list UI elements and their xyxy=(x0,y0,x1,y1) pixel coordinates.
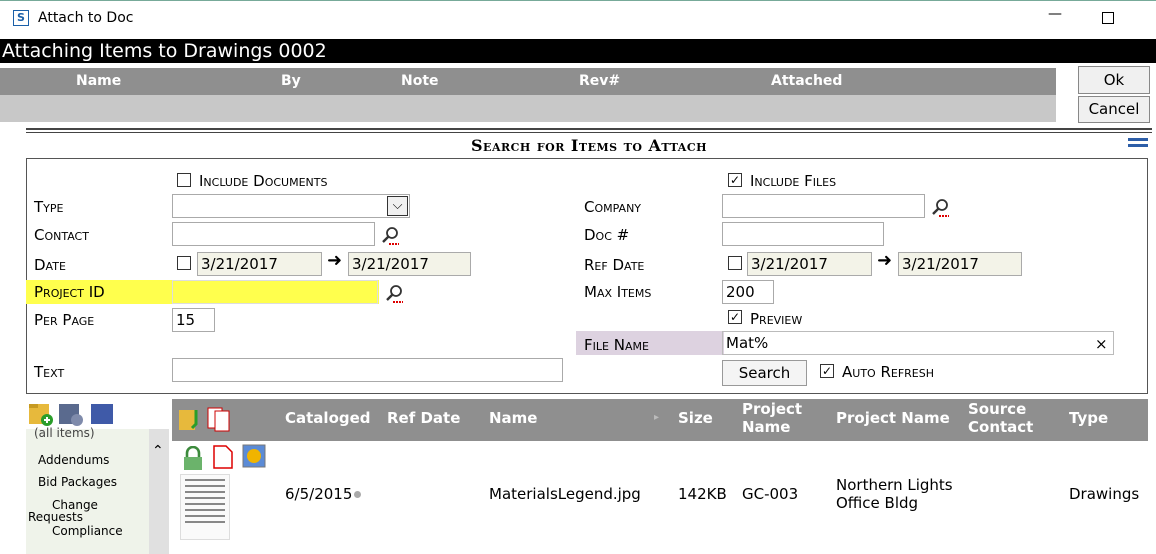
cancel-button[interactable]: Cancel xyxy=(1078,96,1150,123)
column-header-note[interactable]: Note xyxy=(401,73,439,89)
date-label: Date xyxy=(34,256,66,274)
folder-add-icon[interactable] xyxy=(28,401,54,427)
window-title: Attach to Doc xyxy=(38,10,134,26)
doc-number-input[interactable] xyxy=(722,222,884,246)
search-contact-icon[interactable] xyxy=(381,226,401,246)
pdf-icon[interactable] xyxy=(206,406,232,432)
contact-label: Contact xyxy=(34,226,89,244)
type-label: Type xyxy=(34,198,64,216)
per-page-label: Per Page xyxy=(34,311,95,329)
tree-item-bid-packages[interactable]: Bid Packages xyxy=(38,475,117,489)
app-icon: S xyxy=(13,10,29,26)
column-header-attached[interactable]: Attached xyxy=(771,73,842,89)
max-items-label: Max Items xyxy=(584,283,652,301)
type-select[interactable] xyxy=(172,194,410,218)
column-header-source-line1[interactable]: Source xyxy=(968,401,1026,418)
cell-cataloged: 6/5/2015 xyxy=(285,485,353,503)
column-header-cataloged[interactable]: Cataloged xyxy=(285,410,371,427)
folder-delete-icon[interactable] xyxy=(90,401,116,427)
date-checkbox[interactable] xyxy=(177,256,191,270)
image-icon[interactable] xyxy=(242,444,266,468)
ref-date-label: Ref Date xyxy=(584,256,645,274)
column-header-project-name[interactable]: Project Name xyxy=(836,410,950,427)
text-label: Text xyxy=(34,363,65,381)
company-label: Company xyxy=(584,198,642,216)
ref-date-checkbox[interactable] xyxy=(728,256,742,270)
auto-refresh-label: Auto Refresh xyxy=(842,363,935,381)
project-id-label: Project ID xyxy=(34,283,105,301)
auto-refresh-checkbox[interactable]: ✓ xyxy=(820,364,834,378)
tree-item-addendums[interactable]: Addendums xyxy=(38,453,109,467)
attached-items-header: Name By Note Rev# Attached xyxy=(0,68,1056,95)
scroll-up-icon[interactable]: ⌃ xyxy=(152,443,164,459)
date-to-input[interactable]: 3/21/2017 xyxy=(348,252,471,276)
cell-size: 142KB xyxy=(678,485,727,503)
results-header: Cataloged Ref Date Name ▸ Size Project N… xyxy=(172,399,1148,441)
contact-input[interactable] xyxy=(172,222,375,246)
preview-label: Preview xyxy=(750,310,803,328)
clear-icon[interactable]: × xyxy=(1095,335,1108,353)
file-name-label: File Name xyxy=(584,336,649,354)
document-icon[interactable] xyxy=(211,444,235,470)
cell-name[interactable]: MaterialsLegend.jpg xyxy=(489,485,641,503)
cell-project-name-line2: Office Bldg xyxy=(836,494,919,512)
ok-button[interactable]: Ok xyxy=(1078,66,1150,94)
left-margin xyxy=(0,128,25,398)
folder-edit-icon[interactable] xyxy=(58,401,84,427)
column-header-size[interactable]: Size xyxy=(678,410,713,427)
tree-item-all[interactable]: (all items) xyxy=(34,426,95,440)
chevron-down-icon[interactable]: ⌵ xyxy=(387,196,408,216)
search-project-icon[interactable] xyxy=(385,284,405,304)
arrow-right-icon: ➜ xyxy=(327,250,343,271)
hamburger-menu-icon[interactable] xyxy=(1128,138,1148,152)
divider xyxy=(26,128,1152,130)
tree-toolbar xyxy=(26,399,150,429)
cell-project-name-line1: Northern Lights xyxy=(836,476,953,494)
include-files-checkbox[interactable]: ✓ xyxy=(728,173,742,187)
column-header-name[interactable]: Name xyxy=(76,73,121,89)
text-input[interactable] xyxy=(172,358,563,382)
window-title-bar xyxy=(0,0,1156,38)
column-header-project-line2[interactable]: Name xyxy=(742,419,790,436)
include-files-label: Include Files xyxy=(750,172,837,190)
column-header-name[interactable]: Name xyxy=(489,410,537,427)
minimize-button[interactable]: — xyxy=(1045,6,1065,26)
search-title: Search for Items to Attach xyxy=(471,136,707,155)
folder-attach-icon[interactable] xyxy=(178,406,200,432)
ref-date-to-input[interactable]: 3/21/2017 xyxy=(898,252,1022,276)
page-title: Attaching Items to Drawings 0002 xyxy=(0,39,1156,63)
cell-type: Drawings xyxy=(1069,485,1140,503)
date-from-input[interactable]: 3/21/2017 xyxy=(197,252,322,276)
ref-date-from-input[interactable]: 3/21/2017 xyxy=(747,252,872,276)
per-page-input[interactable]: 15 xyxy=(172,308,215,332)
file-thumbnail[interactable] xyxy=(180,474,230,540)
sort-icon[interactable]: ▸ xyxy=(654,412,659,423)
search-button[interactable]: Search xyxy=(722,360,807,386)
include-documents-checkbox[interactable] xyxy=(177,173,191,187)
column-header-rev[interactable]: Rev# xyxy=(579,73,620,89)
project-id-input[interactable] xyxy=(172,280,378,304)
tree-scrollbar[interactable]: ⌃ xyxy=(149,429,169,554)
include-documents-label: Include Documents xyxy=(199,172,328,190)
lock-icon[interactable] xyxy=(181,446,205,472)
column-header-project-line1[interactable]: Project xyxy=(742,401,802,418)
status-dot xyxy=(354,491,361,498)
arrow-right-icon: ➜ xyxy=(877,250,893,271)
column-header-type[interactable]: Type xyxy=(1069,410,1108,427)
file-name-input[interactable]: Mat% xyxy=(722,331,1114,355)
tree-item-compliance[interactable]: Compliance xyxy=(52,524,123,538)
maximize-button[interactable] xyxy=(1102,12,1114,24)
column-header-ref-date[interactable]: Ref Date xyxy=(387,410,460,427)
company-input[interactable] xyxy=(722,194,925,218)
column-header-source-line2[interactable]: Contact xyxy=(968,419,1033,436)
doc-number-label: Doc # xyxy=(584,226,630,244)
search-company-icon[interactable] xyxy=(931,198,951,218)
category-tree: (all items) Addendums Bid Packages Chang… xyxy=(26,426,150,554)
preview-checkbox[interactable]: ✓ xyxy=(728,310,742,324)
column-header-by[interactable]: By xyxy=(281,73,301,89)
tree-item-requests[interactable]: Requests xyxy=(28,510,83,524)
cell-project: GC-003 xyxy=(742,485,799,503)
max-items-input[interactable]: 200 xyxy=(722,280,774,304)
